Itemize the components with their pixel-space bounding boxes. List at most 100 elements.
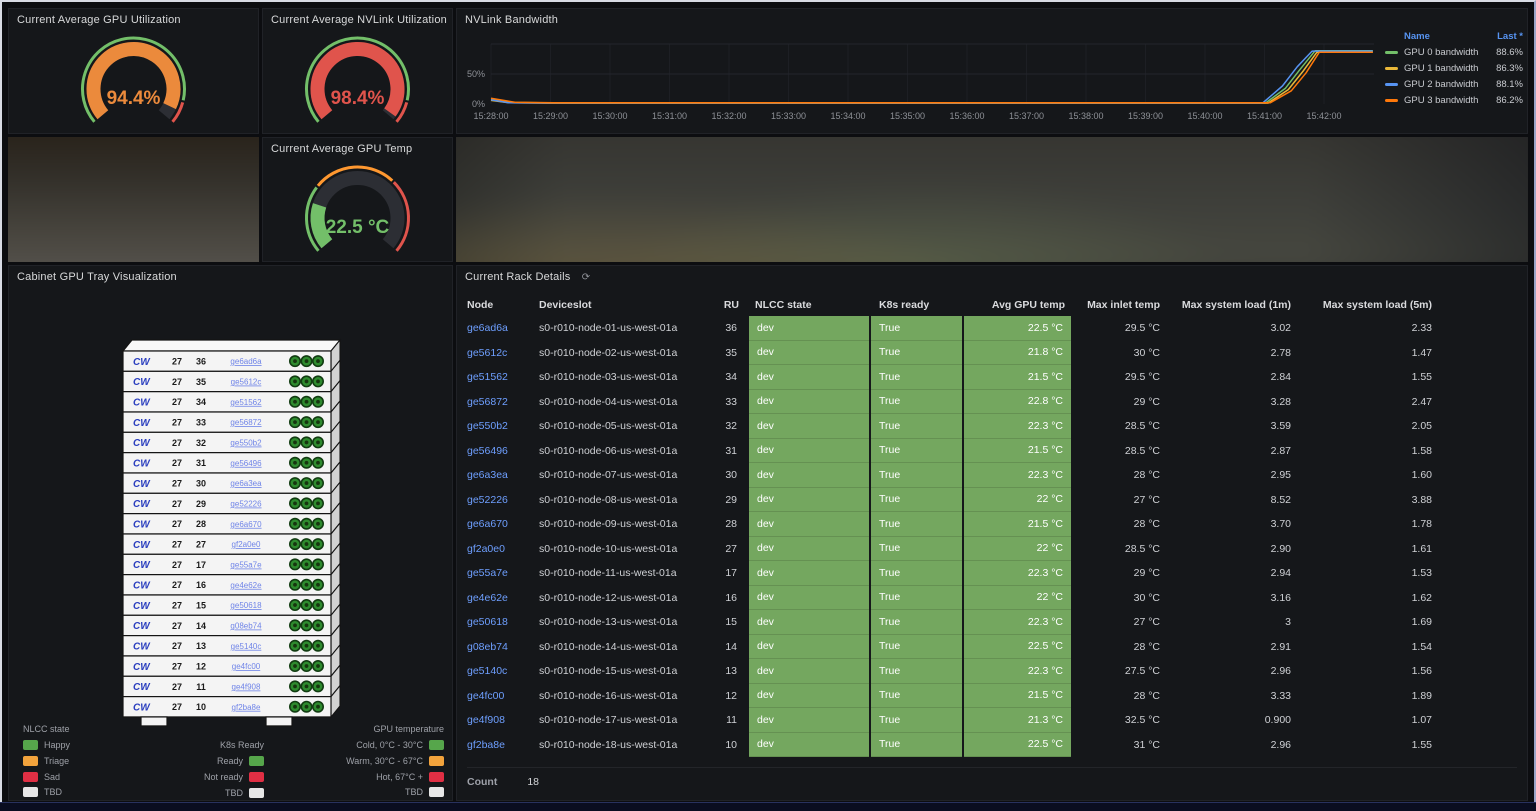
panel-title-rack-details[interactable]: Current Rack Details ⟳ — [465, 271, 590, 283]
column-header[interactable]: Max system load (5m) — [1299, 299, 1440, 311]
tray-led-indicator — [316, 522, 320, 526]
column-header[interactable]: Node — [467, 299, 539, 311]
tray-node-link[interactable]: ge50618 — [230, 601, 262, 610]
tray-led-indicator — [305, 603, 309, 607]
tray-node-link[interactable]: g08eb74 — [230, 621, 262, 630]
legend-name-header[interactable]: Name — [1404, 31, 1430, 42]
tray-node-link[interactable]: ge6a670 — [230, 520, 262, 529]
table-row: ge4fc00s0-r010-node-16-us-west-01a12devT… — [463, 684, 1521, 709]
max-load-5m-cell: 1.56 — [1299, 665, 1440, 677]
panel-title-gpu-utilization[interactable]: Current Average GPU Utilization — [17, 14, 181, 26]
tray-node-link[interactable]: ge6ad6a — [230, 357, 262, 366]
deviceslot-cell: s0-r010-node-10-us-west-01a — [539, 543, 697, 555]
tray-node-link[interactable]: ge6a3ea — [230, 479, 262, 488]
panel-title-gpu-temp[interactable]: Current Average GPU Temp — [271, 143, 412, 155]
x-axis-tick: 15:35:00 — [890, 111, 925, 121]
column-header[interactable]: Max inlet temp — [1073, 299, 1168, 311]
node-link[interactable]: ge6a670 — [467, 518, 539, 530]
tray-node-link[interactable]: ge4fc00 — [232, 662, 261, 671]
tray-node-link[interactable]: ge5612c — [231, 378, 262, 387]
table-row: ge5612cs0-r010-node-02-us-west-01a35devT… — [463, 341, 1521, 366]
tray-node-link[interactable]: gf2ba8e — [232, 703, 261, 712]
legend-series-row[interactable]: GPU 3 bandwidth86.2% — [1385, 92, 1523, 108]
tray-led-indicator — [316, 441, 320, 445]
table-row: ge50618s0-r010-node-13-us-west-01a15devT… — [463, 610, 1521, 635]
max-load-5m-cell: 1.58 — [1299, 445, 1440, 457]
tray-node-link[interactable]: gf2a0e0 — [232, 540, 261, 549]
panel-title-nvlink-bandwidth[interactable]: NVLink Bandwidth — [465, 14, 558, 26]
node-link[interactable]: ge6a3ea — [467, 469, 539, 481]
tray-node-link[interactable]: ge52226 — [230, 500, 262, 509]
nlcc-state-cell: dev — [749, 684, 869, 709]
k8s-ready-cell: True — [871, 733, 962, 758]
node-link[interactable]: g08eb74 — [467, 641, 539, 653]
tray-node-link[interactable]: ge56872 — [230, 418, 262, 427]
column-header[interactable]: Max system load (1m) — [1168, 299, 1299, 311]
avg-gpu-temp-cell: 21.5 °C — [964, 439, 1071, 464]
table-row: ge6a670s0-r010-node-09-us-west-01a28devT… — [463, 512, 1521, 537]
panel-title-cabinet-tray[interactable]: Cabinet GPU Tray Visualization — [17, 271, 177, 283]
max-load-5m-cell: 1.78 — [1299, 518, 1440, 530]
k8s-ready-cell: True — [871, 684, 962, 709]
ru-cell: 33 — [697, 396, 747, 408]
node-link[interactable]: ge5140c — [467, 665, 539, 677]
max-inlet-temp-cell: 29 °C — [1073, 396, 1168, 408]
node-link[interactable]: ge4fc00 — [467, 690, 539, 702]
node-link[interactable]: ge51562 — [467, 371, 539, 383]
rack-details-title-text: Current Rack Details — [465, 271, 570, 283]
max-inlet-temp-cell: 28.5 °C — [1073, 445, 1168, 457]
max-load-5m-cell: 1.69 — [1299, 616, 1440, 628]
node-link[interactable]: ge550b2 — [467, 420, 539, 432]
node-link[interactable]: ge50618 — [467, 616, 539, 628]
column-header[interactable]: RU — [697, 299, 747, 311]
node-link[interactable]: ge4e62e — [467, 592, 539, 604]
max-inlet-temp-cell: 27.5 °C — [1073, 665, 1168, 677]
tray-node-link[interactable]: ge550b2 — [230, 439, 262, 448]
panel-title-nvlink-utilization[interactable]: Current Average NVLink Utilization — [271, 14, 447, 26]
tray-node-link[interactable]: ge51562 — [230, 398, 262, 407]
legend-series-row[interactable]: GPU 1 bandwidth86.3% — [1385, 60, 1523, 76]
legend-series-row[interactable]: GPU 2 bandwidth88.1% — [1385, 76, 1523, 92]
tray-node-link[interactable]: ge4e62e — [230, 581, 262, 590]
max-inlet-temp-cell: 30 °C — [1073, 592, 1168, 604]
column-header[interactable]: K8s ready — [871, 299, 964, 311]
column-header[interactable]: NLCC state — [747, 299, 871, 311]
tray-node-link[interactable]: ge55a7e — [230, 561, 262, 570]
tray-ru-number: 31 — [196, 458, 206, 468]
node-link[interactable]: ge56496 — [467, 445, 539, 457]
ru-cell: 17 — [697, 567, 747, 579]
k8s-ready-cell: True — [871, 561, 962, 586]
legend-item: Triage — [23, 753, 70, 769]
node-link[interactable]: ge56872 — [467, 396, 539, 408]
node-link[interactable]: ge5612c — [467, 347, 539, 359]
node-link[interactable]: ge4f908 — [467, 714, 539, 726]
legend-series-row[interactable]: GPU 0 bandwidth88.6% — [1385, 44, 1523, 60]
tray-led-indicator — [305, 359, 309, 363]
legend-last-header[interactable]: Last * — [1497, 31, 1523, 42]
node-link[interactable]: gf2a0e0 — [467, 543, 539, 555]
cabinet-number: 27 — [172, 499, 182, 509]
column-header[interactable]: Avg GPU temp — [964, 299, 1073, 311]
deviceslot-cell: s0-r010-node-04-us-west-01a — [539, 396, 697, 408]
refresh-icon[interactable]: ⟳ — [582, 272, 591, 283]
x-axis-tick: 15:34:00 — [830, 111, 865, 121]
nlcc-state-cell: dev — [749, 561, 869, 586]
legend-color-swatch — [429, 787, 444, 797]
node-link[interactable]: ge55a7e — [467, 567, 539, 579]
max-load-1m-cell: 2.84 — [1168, 371, 1299, 383]
max-load-5m-cell: 2.47 — [1299, 396, 1440, 408]
series-line — [491, 52, 1373, 103]
tray-node-link[interactable]: ge4f908 — [232, 682, 261, 691]
tray-node-link[interactable]: ge5140c — [231, 642, 262, 651]
node-link[interactable]: ge52226 — [467, 494, 539, 506]
coreweave-logo: CW — [133, 357, 151, 368]
node-link[interactable]: ge6ad6a — [467, 322, 539, 334]
column-header[interactable]: Deviceslot — [539, 299, 697, 311]
ru-cell: 11 — [697, 714, 747, 726]
node-link[interactable]: gf2ba8e — [467, 739, 539, 751]
cabinet-number: 27 — [172, 641, 182, 651]
grafana-dashboard: Current Average GPU Utilization 94.4% Cu… — [0, 0, 1536, 811]
max-load-1m-cell: 2.78 — [1168, 347, 1299, 359]
tray-led-indicator — [316, 400, 320, 404]
tray-node-link[interactable]: ge56496 — [230, 459, 262, 468]
